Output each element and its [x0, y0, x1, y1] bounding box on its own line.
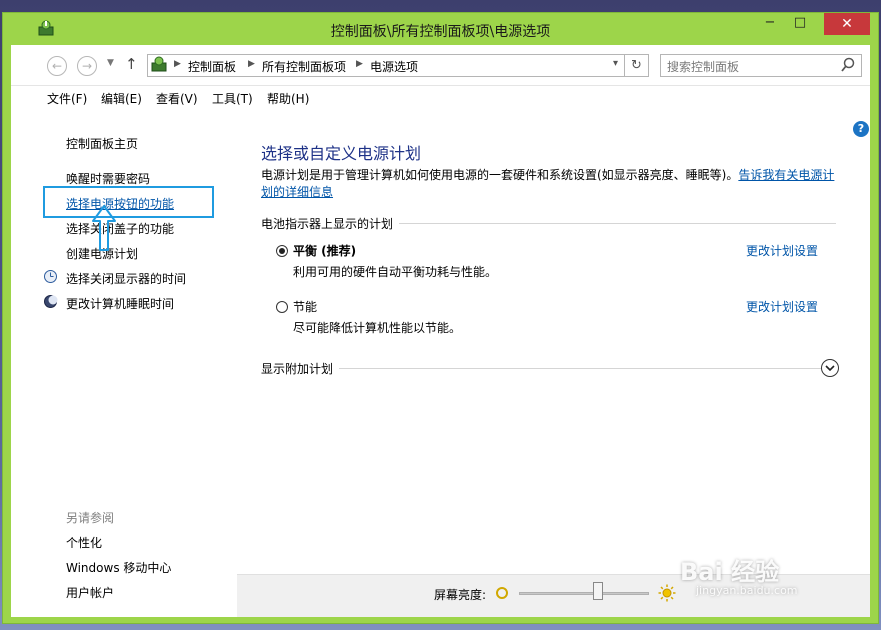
maximize-button[interactable]: □	[786, 13, 814, 35]
close-button[interactable]: ✕	[824, 13, 870, 35]
monitor-timer-icon	[44, 270, 57, 283]
address-bar[interactable]: ▶ 控制面板 ▶ 所有控制面板项 ▶ 电源选项 ▾	[147, 54, 625, 77]
recent-locations-icon[interactable]: ▼	[107, 58, 114, 68]
breadcrumb-control-panel[interactable]: 控制面板	[188, 58, 236, 75]
window-title: 控制面板\所有控制面板项\电源选项	[330, 24, 551, 40]
refresh-button[interactable]: ↻	[625, 54, 649, 77]
dim-brightness-icon	[496, 587, 508, 599]
breadcrumb-separator-icon: ▶	[174, 59, 181, 69]
menu-edit[interactable]: 编辑(E)	[101, 90, 142, 107]
breadcrumb-separator-icon: ▶	[356, 59, 363, 69]
balanced-plan-name[interactable]: 平衡 (推荐)	[293, 242, 356, 259]
up-arrow-annotation-icon	[92, 205, 116, 251]
battery-section-label: 电池指示器上显示的计划	[261, 215, 400, 232]
balanced-plan-radio[interactable]	[276, 245, 288, 257]
power-saver-change-settings-link[interactable]: 更改计划设置	[746, 298, 818, 315]
display-off-time-link[interactable]: 选择关闭显示器的时间	[66, 270, 186, 287]
address-dropdown-icon[interactable]: ▾	[613, 58, 618, 69]
see-also-heading: 另请参阅	[66, 511, 115, 525]
window-client-area: ← → ▼ ↑ ▶ 控制面板 ▶ 所有控制面板项 ▶ 电源选项 ▾ ↻ 搜索控制…	[11, 45, 870, 617]
left-task-pane: 控制面板主页 唤醒时需要密码 选择电源按钮的功能 选择关闭盖子的功能 创建电源计…	[11, 111, 237, 617]
mobility-center-link[interactable]: Windows 移动中心	[66, 559, 171, 576]
power-saver-plan-description: 尽可能降低计算机性能以节能。	[293, 321, 462, 335]
up-arrow-icon[interactable]: ↑	[125, 55, 138, 73]
section-divider	[261, 368, 821, 369]
breadcrumb-separator-icon: ▶	[248, 59, 255, 69]
baidu-watermark-url: jingyan.baidu.com	[696, 584, 798, 597]
title-bar[interactable]: 控制面板\所有控制面板项\电源选项 − □ ✕	[3, 13, 878, 45]
brightness-slider-track[interactable]	[519, 592, 649, 595]
description-text: 电源计划是用于管理计算机如何使用电源的一套硬件和系统设置(如显示器亮度、睡眠等)…	[261, 168, 739, 182]
minimize-button[interactable]: −	[756, 13, 784, 35]
power-saver-plan-name[interactable]: 节能	[293, 298, 317, 315]
content-area: 控制面板主页 唤醒时需要密码 选择电源按钮的功能 选择关闭盖子的功能 创建电源计…	[11, 111, 870, 617]
menu-help[interactable]: 帮助(H)	[267, 90, 309, 107]
highlight-box	[43, 186, 214, 218]
page-description: 电源计划是用于管理计算机如何使用电源的一套硬件和系统设置(如显示器亮度、睡眠等)…	[261, 167, 841, 201]
wake-password-link[interactable]: 唤醒时需要密码	[66, 170, 150, 187]
search-input[interactable]	[665, 57, 839, 76]
control-panel-window: 控制面板\所有控制面板项\电源选项 − □ ✕ ← → ▼ ↑ ▶ 控制面板 ▶…	[2, 12, 879, 624]
menu-view[interactable]: 查看(V)	[156, 90, 198, 107]
power-saver-plan-radio[interactable]	[276, 301, 288, 313]
sleep-time-link[interactable]: 更改计算机睡眠时间	[66, 295, 174, 312]
control-panel-home-link[interactable]: 控制面板主页	[66, 135, 138, 152]
menu-tools[interactable]: 工具(T)	[212, 90, 253, 107]
navigation-bar: ← → ▼ ↑ ▶ 控制面板 ▶ 所有控制面板项 ▶ 电源选项 ▾ ↻	[11, 45, 870, 86]
menu-file[interactable]: 文件(F)	[47, 90, 87, 107]
back-button[interactable]: ←	[47, 56, 67, 76]
main-pane: 选择或自定义电源计划 电源计划是用于管理计算机如何使用电源的一套硬件和系统设置(…	[261, 111, 861, 617]
breadcrumb-all-items[interactable]: 所有控制面板项	[262, 58, 346, 75]
brightness-slider-thumb[interactable]	[593, 582, 604, 600]
brightness-label: 屏幕亮度:	[434, 588, 487, 602]
control-panel-icon	[151, 56, 167, 72]
additional-plans-section: 显示附加计划	[261, 360, 821, 377]
sleep-moon-icon	[44, 295, 58, 308]
forward-button[interactable]: →	[77, 56, 97, 76]
search-box[interactable]	[660, 54, 862, 77]
chevron-down-icon	[825, 365, 835, 372]
personalization-link[interactable]: 个性化	[66, 534, 102, 551]
breadcrumb-power-options[interactable]: 电源选项	[370, 58, 418, 75]
battery-plans-section: 电池指示器上显示的计划	[261, 215, 836, 232]
search-icon[interactable]	[841, 57, 855, 73]
bright-sun-icon	[658, 584, 676, 602]
menu-bar: 文件(F) 编辑(E) 查看(V) 工具(T) 帮助(H)	[11, 86, 870, 110]
user-accounts-link[interactable]: 用户帐户	[66, 584, 114, 601]
lid-close-function-link[interactable]: 选择关闭盖子的功能	[66, 220, 174, 237]
expand-plans-button[interactable]	[821, 359, 839, 377]
show-additional-plans-label[interactable]: 显示附加计划	[261, 360, 340, 377]
balanced-plan-description: 利用可用的硬件自动平衡功耗与性能。	[293, 265, 498, 279]
balanced-change-settings-link[interactable]: 更改计划设置	[746, 242, 818, 259]
baidu-watermark: Bai 经验	[680, 558, 780, 586]
page-title: 选择或自定义电源计划	[261, 144, 422, 163]
